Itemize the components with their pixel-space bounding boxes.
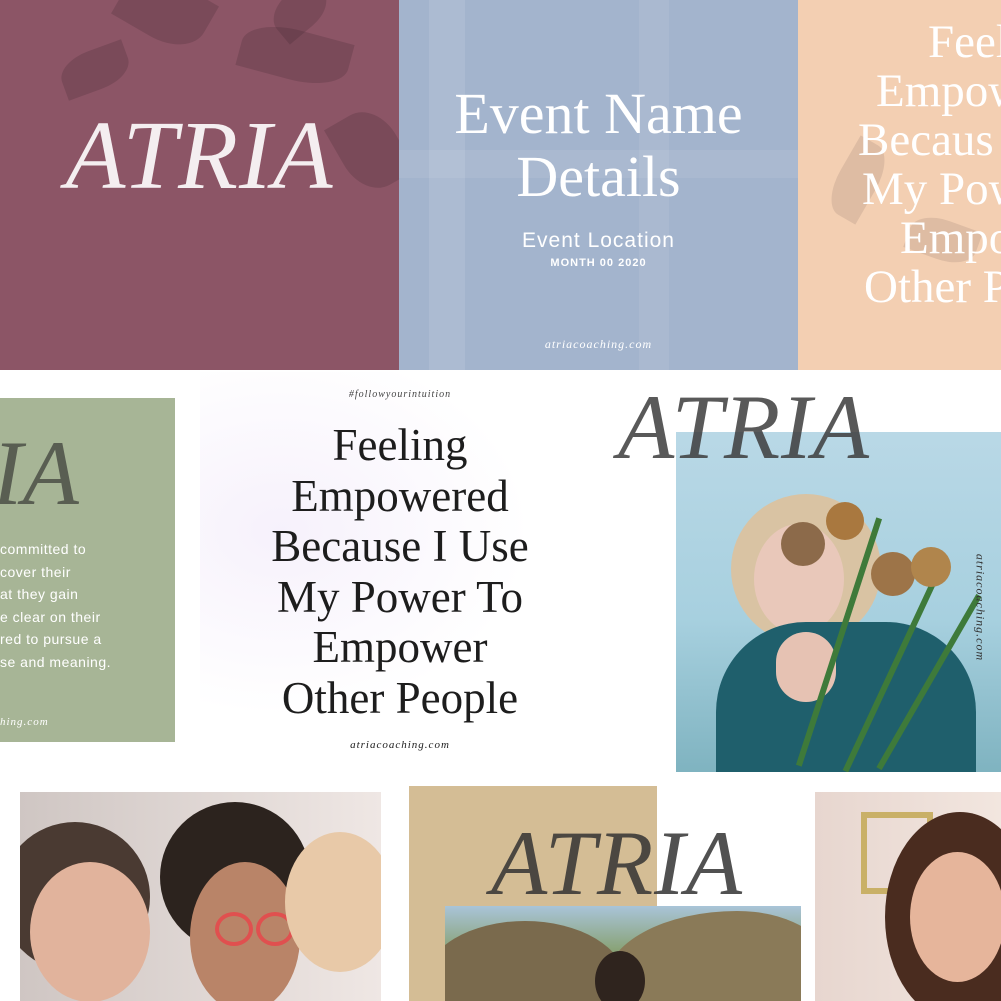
- landscape-photo-icon: [445, 906, 801, 1001]
- portrait-photo-icon: [676, 432, 1001, 772]
- event-tile: Event Name Details Event Location MONTH …: [399, 0, 798, 370]
- group-photo-icon: [20, 792, 381, 1001]
- mission-line: at they gain: [0, 586, 79, 603]
- atria-logo-overlay: ATRIA: [491, 812, 743, 914]
- peach-quote-line: Feel: [928, 16, 1001, 68]
- quote-line: Empower: [312, 622, 488, 672]
- mission-line: e clear on their: [0, 608, 101, 625]
- sage-mission-tile: IA committed to cover their at they gain…: [0, 398, 175, 742]
- peach-quote-line: Empow: [876, 65, 1001, 117]
- atria-logo-overlay: ATRIA: [618, 380, 870, 478]
- quote-hashtag: #followyourintuition: [348, 389, 452, 400]
- portrait-photo-icon: [815, 792, 1001, 1001]
- peach-quote-line: Other P: [864, 261, 1001, 313]
- quote-url: atriacoaching.com: [350, 739, 450, 751]
- mauve-logo-tile: ATRIA: [0, 0, 399, 370]
- mission-line: cover their: [0, 563, 71, 580]
- leaf-shadow-icon: [55, 39, 135, 101]
- tan-logo-tile: ATRIA: [409, 786, 801, 1001]
- mission-line: red to pursue a: [0, 631, 102, 648]
- quote-line: Other People: [281, 672, 519, 723]
- mission-line: committed to: [0, 541, 87, 557]
- peach-quote-tile: Feel Empow Becaus My Pow Empo Other P: [798, 0, 1001, 370]
- peach-quote-line: My Pow: [862, 163, 1001, 215]
- quote-line: Because I Use: [271, 521, 529, 571]
- quote-line: Empowered: [291, 470, 509, 521]
- event-date: MONTH 00 2020: [550, 257, 647, 269]
- sage-url: hing.com: [0, 716, 49, 728]
- peach-quote-line: Empo: [900, 212, 1001, 264]
- smiling-portrait-tile: [815, 792, 1001, 1001]
- event-url: atriacoaching.com: [544, 337, 653, 351]
- atria-logo-partial: IA: [0, 422, 79, 524]
- mission-line: se and meaning.: [0, 653, 112, 670]
- friends-photo-tile: [20, 792, 381, 1001]
- quote-line: Feeling: [332, 420, 468, 470]
- leaf-shadow-icon: [111, 0, 219, 59]
- vertical-url: atriacoaching.com: [973, 553, 988, 662]
- event-location: Event Location: [522, 229, 675, 252]
- atria-logo: ATRIA: [65, 102, 334, 210]
- event-title-line2: Details: [516, 144, 681, 209]
- event-title-line1: Event Name: [454, 81, 743, 146]
- quote-line: My Power To: [276, 571, 524, 622]
- peach-quote-line: Becaus: [858, 114, 994, 166]
- flowers-portrait-tile: atriacoaching.com ATRIA: [600, 380, 1001, 780]
- quote-tile: #followyourintuition Feeling Empowered B…: [200, 372, 600, 768]
